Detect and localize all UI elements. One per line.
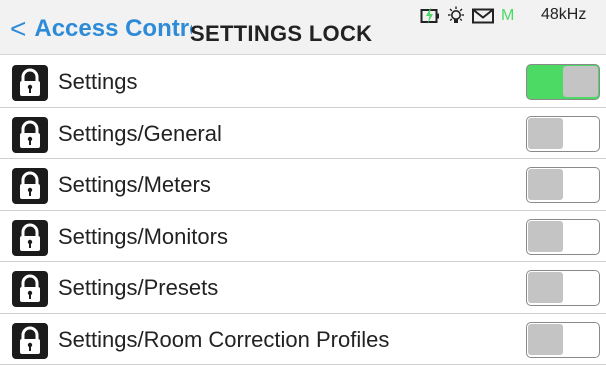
chevron-left-icon: < xyxy=(10,13,27,44)
mode-badge: M xyxy=(501,7,515,24)
list-item-label: Settings/Monitors xyxy=(58,223,228,249)
toggle-knob xyxy=(528,323,563,355)
lock-toggle[interactable] xyxy=(526,321,600,358)
toggle-knob xyxy=(528,169,563,200)
back-button[interactable]: < Access Control xyxy=(10,12,192,46)
list-item: Settings/Presets xyxy=(0,262,606,314)
lock-icon xyxy=(12,219,48,256)
list-item-label: Settings/General xyxy=(58,120,222,146)
list-item-label: Settings xyxy=(58,69,138,94)
lock-toggle[interactable] xyxy=(526,270,600,306)
battery-charging-icon xyxy=(420,7,440,25)
list-item: Settings/Meters xyxy=(0,159,606,211)
toggle-knob xyxy=(563,66,598,97)
settings-lock-list: Settings Settings/General Settings/Meter… xyxy=(0,56,606,365)
header-bar: < Access Control SETTINGS LOCK xyxy=(0,0,606,55)
toggle-knob xyxy=(528,220,563,252)
lock-toggle[interactable] xyxy=(526,218,600,255)
list-item-label: Settings/Presets xyxy=(58,275,219,300)
lock-icon xyxy=(12,116,48,153)
list-item: Settings/Monitors xyxy=(0,211,606,262)
page-title: SETTINGS LOCK xyxy=(190,21,373,46)
mail-icon xyxy=(472,8,494,24)
back-label: Access Control xyxy=(34,15,192,42)
status-bar: M xyxy=(420,4,514,28)
lock-icon xyxy=(12,271,48,307)
lock-toggle[interactable] xyxy=(526,167,600,203)
lock-icon xyxy=(12,168,48,204)
list-item: Settings xyxy=(0,56,606,108)
list-item: Settings/General xyxy=(0,108,606,159)
list-item-label: Settings/Meters xyxy=(58,172,211,197)
list-item-label: Settings/Room Correction Profiles xyxy=(58,326,390,352)
lock-toggle[interactable] xyxy=(526,64,600,100)
sample-rate: 48kHz xyxy=(541,6,587,23)
lock-toggle[interactable] xyxy=(526,115,600,152)
toggle-knob xyxy=(528,117,563,149)
lightbulb-icon xyxy=(446,6,466,26)
lock-icon xyxy=(12,322,48,359)
list-item: Settings/Room Correction Profiles xyxy=(0,314,606,365)
toggle-knob xyxy=(528,272,563,303)
lock-icon xyxy=(12,65,48,101)
